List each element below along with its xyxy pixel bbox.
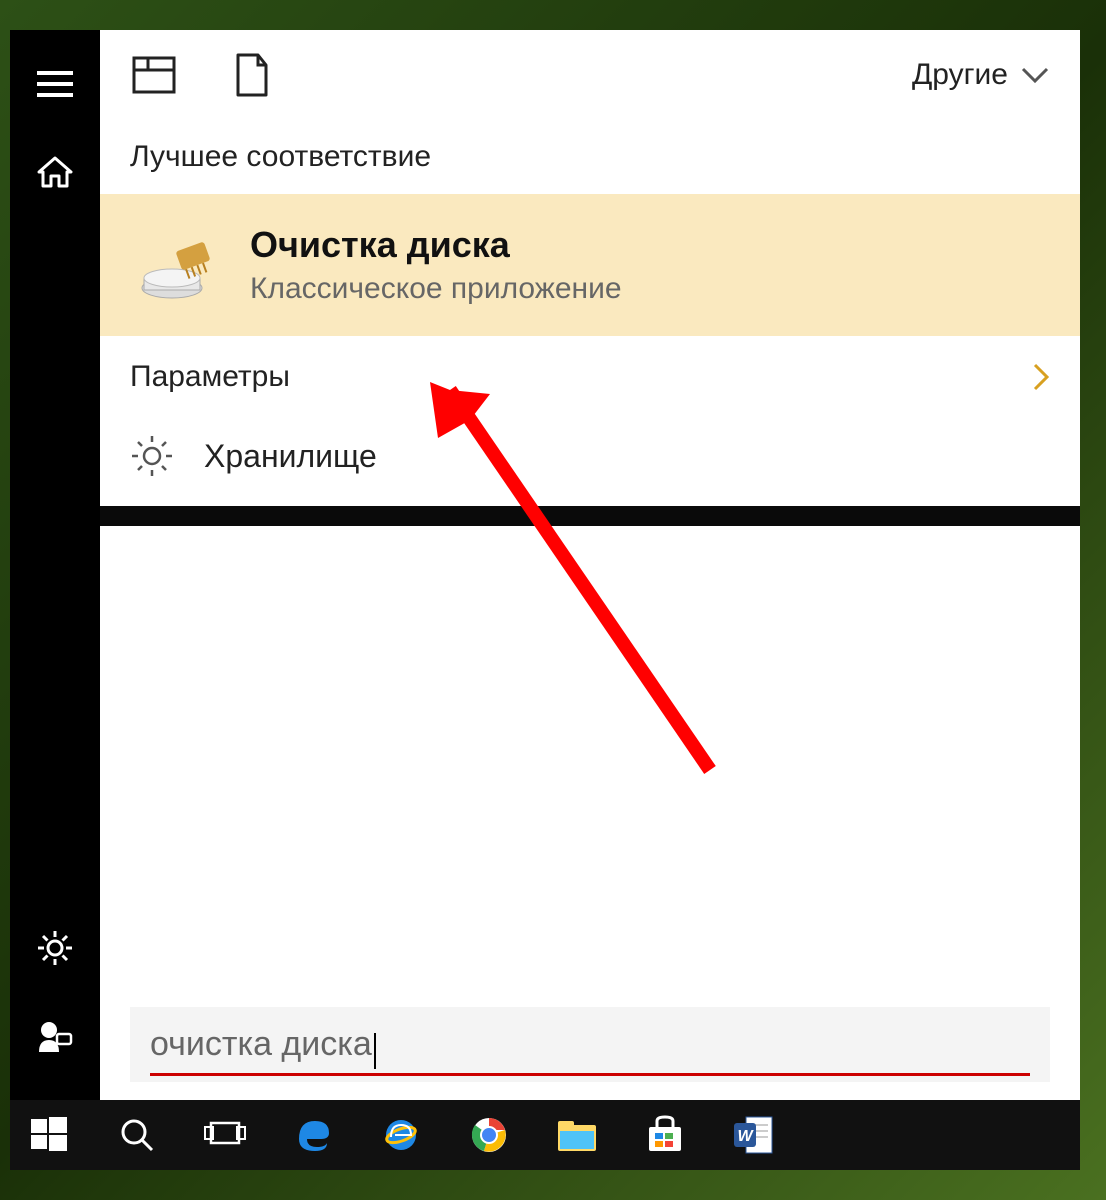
apps-filter-icon[interactable]	[130, 51, 178, 99]
search-input-container[interactable]: очистка диска	[130, 1007, 1050, 1082]
word-icon[interactable]: W	[724, 1110, 782, 1160]
gear-icon	[130, 434, 174, 478]
start-button[interactable]	[20, 1110, 78, 1160]
other-filters-label: Другие	[912, 58, 1008, 92]
annotation-underline	[150, 1073, 1030, 1076]
storage-label: Хранилище	[204, 438, 377, 475]
other-filters-dropdown[interactable]: Другие	[912, 58, 1050, 92]
edge-icon[interactable]	[284, 1110, 342, 1160]
disk-cleanup-icon	[140, 238, 210, 293]
best-match-header: Лучшее соответствие	[100, 120, 1080, 194]
best-match-title: Очистка диска	[250, 224, 622, 266]
settings-section-label: Параметры	[130, 360, 290, 394]
file-explorer-icon[interactable]	[548, 1110, 606, 1160]
empty-results-area	[100, 526, 1080, 997]
settings-icon[interactable]	[31, 924, 79, 972]
documents-filter-icon[interactable]	[228, 51, 276, 99]
search-bar: очистка диска	[100, 997, 1080, 1100]
result-filter-tabs: Другие	[100, 30, 1080, 120]
start-sidebar	[10, 30, 100, 1100]
taskbar-search-icon[interactable]	[108, 1110, 166, 1160]
ie-icon[interactable]	[372, 1110, 430, 1160]
panel-divider	[100, 506, 1080, 526]
chrome-icon[interactable]	[460, 1110, 518, 1160]
settings-item-storage[interactable]: Хранилище	[100, 418, 1080, 506]
home-icon[interactable]	[31, 148, 79, 196]
store-icon[interactable]	[636, 1110, 694, 1160]
taskbar: W	[10, 1100, 1080, 1170]
best-match-subtitle: Классическое приложение	[250, 272, 622, 306]
settings-section[interactable]: Параметры	[100, 336, 1080, 418]
best-match-result[interactable]: Очистка диска Классическое приложение	[100, 194, 1080, 336]
feedback-icon[interactable]	[31, 1012, 79, 1060]
svg-text:W: W	[737, 1128, 754, 1145]
search-input[interactable]: очистка диска	[150, 1025, 372, 1063]
chevron-right-icon	[1032, 362, 1050, 392]
menu-icon[interactable]	[31, 60, 79, 108]
task-view-icon[interactable]	[196, 1110, 254, 1160]
chevron-down-icon	[1020, 66, 1050, 84]
search-results-panel: Другие Лучшее соответствие	[100, 30, 1080, 1100]
